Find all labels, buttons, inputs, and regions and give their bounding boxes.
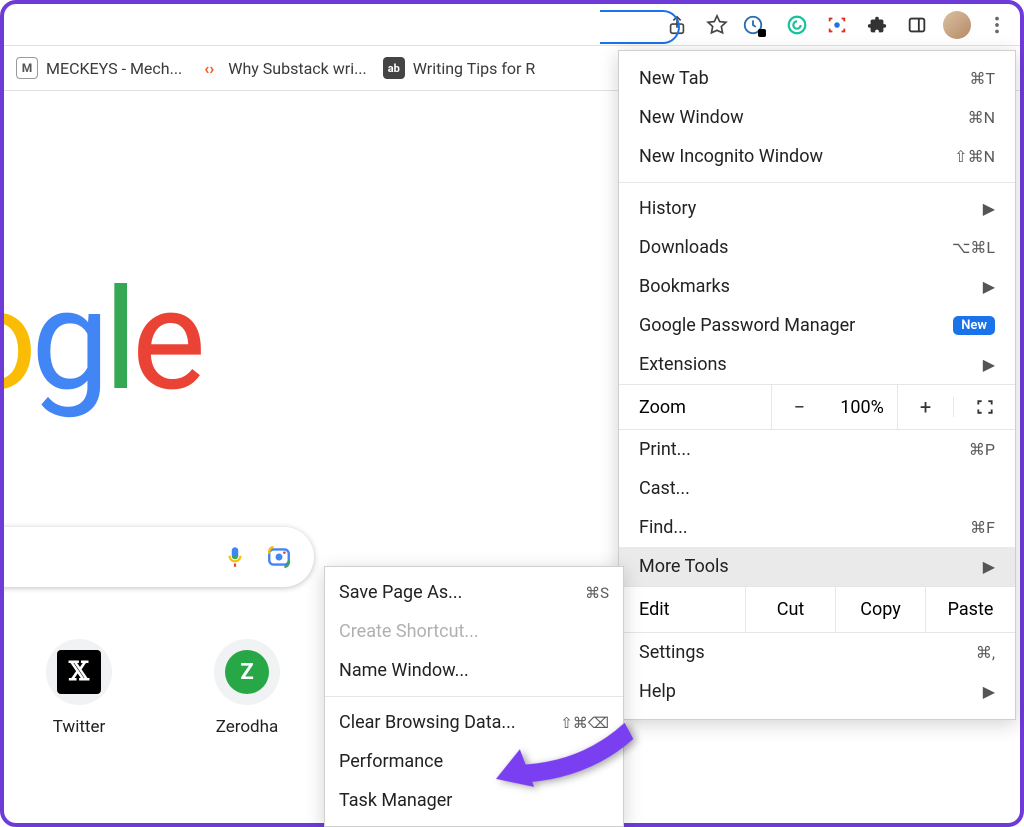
bookmark-item[interactable]: M MECKEYS - Mech... bbox=[16, 57, 182, 79]
menu-item-label: History bbox=[639, 198, 696, 219]
chevron-right-icon: ▶ bbox=[983, 199, 995, 218]
zoom-label: Zoom bbox=[619, 387, 771, 428]
bookmark-label: Writing Tips for R bbox=[413, 59, 536, 78]
google-logo: Google bbox=[4, 259, 200, 423]
menu-help[interactable]: Help ▶ bbox=[619, 672, 1015, 711]
menu-item-label: Task Manager bbox=[339, 790, 452, 811]
profile-avatar[interactable] bbox=[942, 10, 972, 40]
browser-toolbar bbox=[4, 4, 1020, 46]
menu-shortcut: ⇧⌘N bbox=[954, 147, 995, 166]
menu-item-label: Cast... bbox=[639, 478, 690, 499]
menu-item-label: Performance bbox=[339, 751, 443, 772]
copy-button[interactable]: Copy bbox=[835, 587, 925, 632]
menu-item-label: Bookmarks bbox=[639, 276, 730, 297]
bookmark-label: MECKEYS - Mech... bbox=[46, 59, 182, 78]
menu-item-label: Settings bbox=[639, 642, 705, 663]
menu-item-label: Name Window... bbox=[339, 660, 469, 681]
menu-find[interactable]: Find... ⌘F bbox=[619, 508, 1015, 547]
menu-incognito[interactable]: New Incognito Window ⇧⌘N bbox=[619, 137, 1015, 176]
menu-item-label: Help bbox=[639, 681, 676, 702]
zoom-out-button[interactable]: − bbox=[771, 385, 827, 429]
menu-extensions[interactable]: Extensions ▶ bbox=[619, 345, 1015, 384]
menu-item-label: Save Page As... bbox=[339, 582, 462, 603]
shortcut-grid: 𝕏 Twitter Z Zerodha bbox=[24, 639, 302, 737]
search-bar[interactable] bbox=[4, 527, 314, 587]
menu-item-label: New Tab bbox=[639, 68, 709, 89]
menu-item-label: New Window bbox=[639, 107, 744, 128]
menu-shortcut: ⌥⌘L bbox=[952, 238, 995, 257]
shortcut-tile-icon: Z bbox=[214, 639, 280, 705]
shortcut-tile-icon: 𝕏 bbox=[46, 639, 112, 705]
menu-password-manager[interactable]: Google Password Manager New bbox=[619, 306, 1015, 345]
share-icon[interactable] bbox=[662, 10, 692, 40]
menu-new-window[interactable]: New Window ⌘N bbox=[619, 98, 1015, 137]
edit-label: Edit bbox=[619, 587, 745, 632]
extension-grammarly-icon[interactable] bbox=[782, 10, 812, 40]
bookmark-favicon-icon: ‹› bbox=[198, 57, 220, 79]
voice-search-icon[interactable] bbox=[222, 544, 248, 570]
cut-button[interactable]: Cut bbox=[745, 587, 835, 632]
bookmark-favicon-icon: M bbox=[16, 57, 38, 79]
paste-button[interactable]: Paste bbox=[925, 587, 1015, 632]
menu-item-label: Extensions bbox=[639, 354, 727, 375]
menu-item-label: Find... bbox=[639, 517, 688, 538]
zoom-in-button[interactable]: + bbox=[897, 385, 953, 429]
menu-item-label: Create Shortcut... bbox=[339, 621, 479, 642]
menu-history[interactable]: History ▶ bbox=[619, 189, 1015, 228]
submenu-save-page[interactable]: Save Page As... ⌘S bbox=[325, 573, 623, 612]
bookmark-item[interactable]: ab Writing Tips for R bbox=[383, 57, 536, 79]
submenu-create-shortcut: Create Shortcut... bbox=[325, 612, 623, 651]
extension-onetab-icon[interactable] bbox=[742, 10, 772, 40]
lens-search-icon[interactable] bbox=[266, 544, 292, 570]
extension-screenshot-icon[interactable] bbox=[822, 10, 852, 40]
menu-downloads[interactable]: Downloads ⌥⌘L bbox=[619, 228, 1015, 267]
menu-shortcut: ⌘P bbox=[969, 440, 995, 459]
bookmark-label: Why Substack wri... bbox=[228, 59, 367, 78]
chrome-menu-icon[interactable] bbox=[982, 10, 1012, 40]
menu-shortcut: ⌘N bbox=[968, 108, 995, 127]
menu-print[interactable]: Print... ⌘P bbox=[619, 430, 1015, 469]
menu-shortcut: ⌘S bbox=[585, 584, 609, 602]
menu-zoom-row: Zoom − 100% + bbox=[619, 384, 1015, 430]
menu-item-label: New Incognito Window bbox=[639, 146, 823, 167]
shortcut-label: Zerodha bbox=[216, 717, 279, 737]
menu-bookmarks[interactable]: Bookmarks ▶ bbox=[619, 267, 1015, 306]
chevron-right-icon: ▶ bbox=[983, 557, 995, 576]
extensions-puzzle-icon[interactable] bbox=[862, 10, 892, 40]
menu-shortcut: ⌘F bbox=[970, 518, 995, 537]
chevron-right-icon: ▶ bbox=[983, 277, 995, 296]
menu-item-label: Print... bbox=[639, 439, 691, 460]
chrome-main-menu: New Tab ⌘T New Window ⌘N New Incognito W… bbox=[618, 50, 1016, 720]
shortcut-item[interactable]: 𝕏 Twitter bbox=[24, 639, 134, 737]
menu-separator bbox=[325, 696, 623, 697]
menu-separator bbox=[619, 182, 1015, 183]
menu-settings[interactable]: Settings ⌘, bbox=[619, 633, 1015, 672]
menu-shortcut: ⌘, bbox=[976, 643, 995, 662]
menu-item-label: Downloads bbox=[639, 237, 728, 258]
submenu-name-window[interactable]: Name Window... bbox=[325, 651, 623, 690]
menu-item-label: Clear Browsing Data... bbox=[339, 712, 516, 733]
shortcut-item[interactable]: Z Zerodha bbox=[192, 639, 302, 737]
menu-item-label: Google Password Manager bbox=[639, 315, 855, 336]
fullscreen-icon[interactable] bbox=[953, 397, 1015, 417]
menu-new-tab[interactable]: New Tab ⌘T bbox=[619, 59, 1015, 98]
shortcut-label: Twitter bbox=[53, 717, 105, 737]
star-icon[interactable] bbox=[702, 10, 732, 40]
menu-cast[interactable]: Cast... bbox=[619, 469, 1015, 508]
new-badge: New bbox=[953, 316, 995, 335]
bookmark-item[interactable]: ‹› Why Substack wri... bbox=[198, 57, 367, 79]
menu-item-label: More Tools bbox=[639, 556, 729, 577]
chevron-right-icon: ▶ bbox=[983, 355, 995, 374]
sidepanel-icon[interactable] bbox=[902, 10, 932, 40]
menu-more-tools[interactable]: More Tools ▶ bbox=[619, 547, 1015, 586]
zoom-value: 100% bbox=[827, 387, 897, 428]
menu-shortcut: ⌘T bbox=[969, 69, 995, 88]
chevron-right-icon: ▶ bbox=[983, 682, 995, 701]
bookmark-favicon-icon: ab bbox=[383, 57, 405, 79]
menu-edit-row: Edit Cut Copy Paste bbox=[619, 586, 1015, 633]
